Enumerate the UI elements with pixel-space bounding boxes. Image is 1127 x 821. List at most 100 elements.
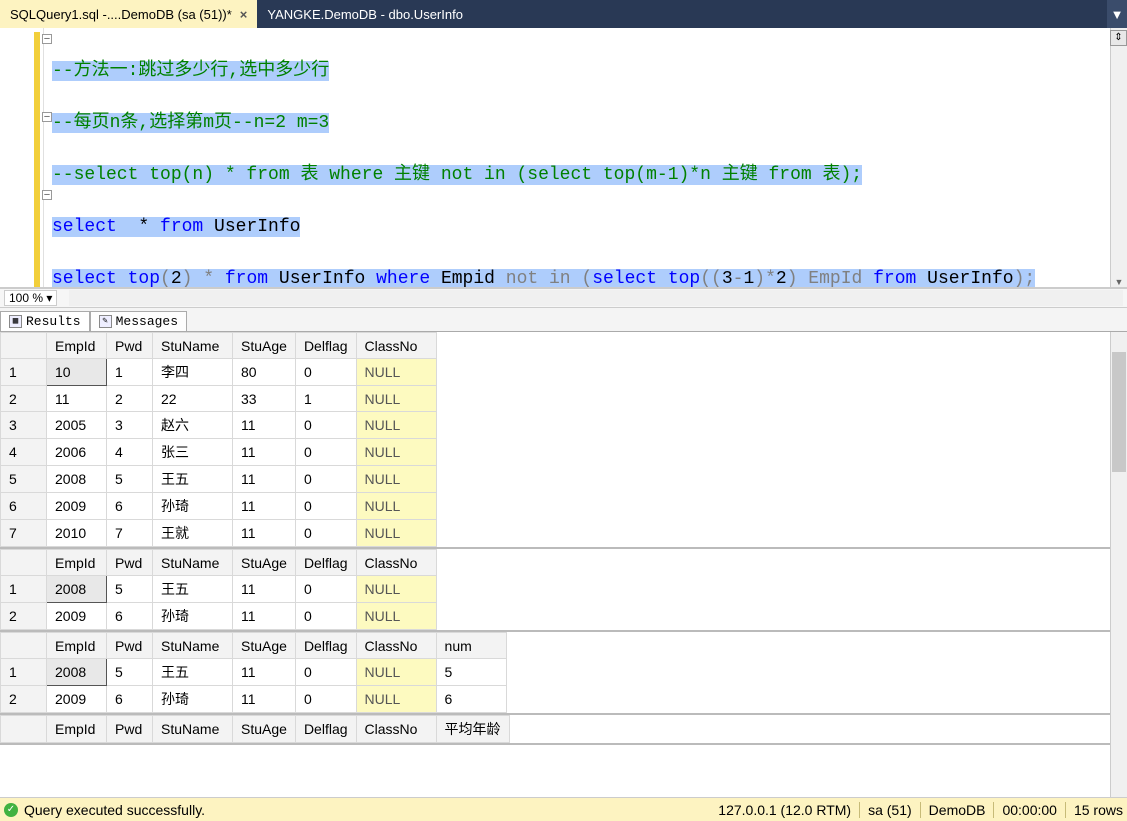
- cell[interactable]: 0: [295, 576, 356, 603]
- close-icon[interactable]: ×: [240, 7, 248, 22]
- cell[interactable]: 11: [233, 603, 296, 630]
- cell[interactable]: 孙琦: [153, 686, 233, 713]
- column-header[interactable]: Pwd: [107, 633, 153, 659]
- row-number[interactable]: 2: [1, 686, 47, 713]
- cell[interactable]: 11: [233, 520, 296, 547]
- cell[interactable]: NULL: [356, 493, 436, 520]
- cell[interactable]: 2008: [47, 576, 107, 603]
- table-row[interactable]: 120085王五110NULL: [1, 576, 437, 603]
- row-number[interactable]: 5: [1, 466, 47, 493]
- column-header[interactable]: Delflag: [295, 333, 356, 359]
- column-header[interactable]: ClassNo: [356, 333, 436, 359]
- column-header[interactable]: StuName: [153, 716, 233, 743]
- column-header[interactable]: StuAge: [233, 333, 296, 359]
- cell[interactable]: 5: [107, 659, 153, 686]
- cell[interactable]: 0: [295, 686, 356, 713]
- column-header[interactable]: StuAge: [233, 633, 296, 659]
- column-header[interactable]: ClassNo: [356, 633, 436, 659]
- column-header[interactable]: Pwd: [107, 333, 153, 359]
- sql-editor[interactable]: --方法一:跳过多少行,选中多少行 --每页n条,选择第m页--n=2 m=3 …: [44, 28, 1110, 287]
- cell[interactable]: 4: [107, 439, 153, 466]
- cell[interactable]: NULL: [356, 686, 436, 713]
- table-row[interactable]: 220096孙琦110NULL6: [1, 686, 507, 713]
- table-row[interactable]: 420064张三110NULL: [1, 439, 437, 466]
- tab-sqlquery[interactable]: SQLQuery1.sql -....DemoDB (sa (51))* ×: [0, 0, 257, 28]
- cell[interactable]: 王五: [153, 659, 233, 686]
- column-header[interactable]: 平均年龄: [436, 716, 509, 743]
- column-header[interactable]: StuName: [153, 633, 233, 659]
- cell[interactable]: NULL: [356, 359, 436, 386]
- cell[interactable]: 孙琦: [153, 603, 233, 630]
- tab-messages[interactable]: ✎ Messages: [90, 311, 187, 331]
- cell[interactable]: 6: [107, 493, 153, 520]
- cell[interactable]: 22: [153, 386, 233, 412]
- cell[interactable]: 赵六: [153, 412, 233, 439]
- column-header[interactable]: Pwd: [107, 550, 153, 576]
- column-header[interactable]: EmpId: [47, 633, 107, 659]
- table-row[interactable]: 320053赵六110NULL: [1, 412, 437, 439]
- split-window-icon[interactable]: ⇕: [1110, 30, 1127, 46]
- cell[interactable]: 2009: [47, 603, 107, 630]
- cell[interactable]: NULL: [356, 603, 436, 630]
- scrollbar-thumb[interactable]: [1112, 352, 1126, 472]
- column-header[interactable]: EmpId: [47, 550, 107, 576]
- cell[interactable]: 1: [107, 359, 153, 386]
- cell[interactable]: NULL: [356, 520, 436, 547]
- row-number[interactable]: 6: [1, 493, 47, 520]
- cell[interactable]: 1: [295, 386, 356, 412]
- cell[interactable]: NULL: [356, 439, 436, 466]
- cell[interactable]: 2008: [47, 659, 107, 686]
- cell[interactable]: 张三: [153, 439, 233, 466]
- cell[interactable]: 11: [233, 412, 296, 439]
- row-number[interactable]: 1: [1, 576, 47, 603]
- cell[interactable]: 0: [295, 359, 356, 386]
- cell[interactable]: 6: [107, 686, 153, 713]
- cell[interactable]: 5: [107, 466, 153, 493]
- table-row[interactable]: 1101李四800NULL: [1, 359, 437, 386]
- column-header[interactable]: ClassNo: [356, 550, 436, 576]
- table-row[interactable]: 720107王就110NULL: [1, 520, 437, 547]
- cell[interactable]: 2: [107, 386, 153, 412]
- column-header[interactable]: Delflag: [295, 716, 356, 743]
- zoom-level[interactable]: 100 % ▾: [4, 290, 57, 306]
- column-header[interactable]: StuName: [153, 550, 233, 576]
- table-row[interactable]: 620096孙琦110NULL: [1, 493, 437, 520]
- cell[interactable]: 11: [233, 576, 296, 603]
- cell[interactable]: 2009: [47, 493, 107, 520]
- cell[interactable]: 0: [295, 603, 356, 630]
- cell[interactable]: 11: [47, 386, 107, 412]
- row-number[interactable]: 4: [1, 439, 47, 466]
- cell[interactable]: 7: [107, 520, 153, 547]
- row-number[interactable]: 2: [1, 386, 47, 412]
- cell[interactable]: 2009: [47, 686, 107, 713]
- tab-results[interactable]: ▦ Results: [0, 311, 90, 331]
- cell[interactable]: NULL: [356, 659, 436, 686]
- cell[interactable]: 王五: [153, 466, 233, 493]
- cell[interactable]: 0: [295, 466, 356, 493]
- cell[interactable]: 33: [233, 386, 296, 412]
- cell[interactable]: 5: [436, 659, 506, 686]
- row-number[interactable]: 1: [1, 659, 47, 686]
- cell[interactable]: 0: [295, 439, 356, 466]
- cell[interactable]: 6: [107, 603, 153, 630]
- editor-vertical-scrollbar[interactable]: [1110, 28, 1127, 287]
- cell[interactable]: NULL: [356, 386, 436, 412]
- cell[interactable]: 3: [107, 412, 153, 439]
- column-header[interactable]: num: [436, 633, 506, 659]
- table-row[interactable]: 520085王五110NULL: [1, 466, 437, 493]
- cell[interactable]: 2008: [47, 466, 107, 493]
- cell[interactable]: 10: [47, 359, 107, 386]
- cell[interactable]: 0: [295, 493, 356, 520]
- cell[interactable]: 2006: [47, 439, 107, 466]
- table-row[interactable]: 211222331NULL: [1, 386, 437, 412]
- tab-userinfo[interactable]: YANGKE.DemoDB - dbo.UserInfo: [257, 0, 473, 28]
- column-header[interactable]: ClassNo: [356, 716, 436, 743]
- column-header[interactable]: Delflag: [295, 550, 356, 576]
- cell[interactable]: NULL: [356, 576, 436, 603]
- cell[interactable]: 11: [233, 659, 296, 686]
- cell[interactable]: 0: [295, 659, 356, 686]
- cell[interactable]: 王就: [153, 520, 233, 547]
- column-header[interactable]: EmpId: [47, 716, 107, 743]
- column-header[interactable]: Delflag: [295, 633, 356, 659]
- cell[interactable]: 2005: [47, 412, 107, 439]
